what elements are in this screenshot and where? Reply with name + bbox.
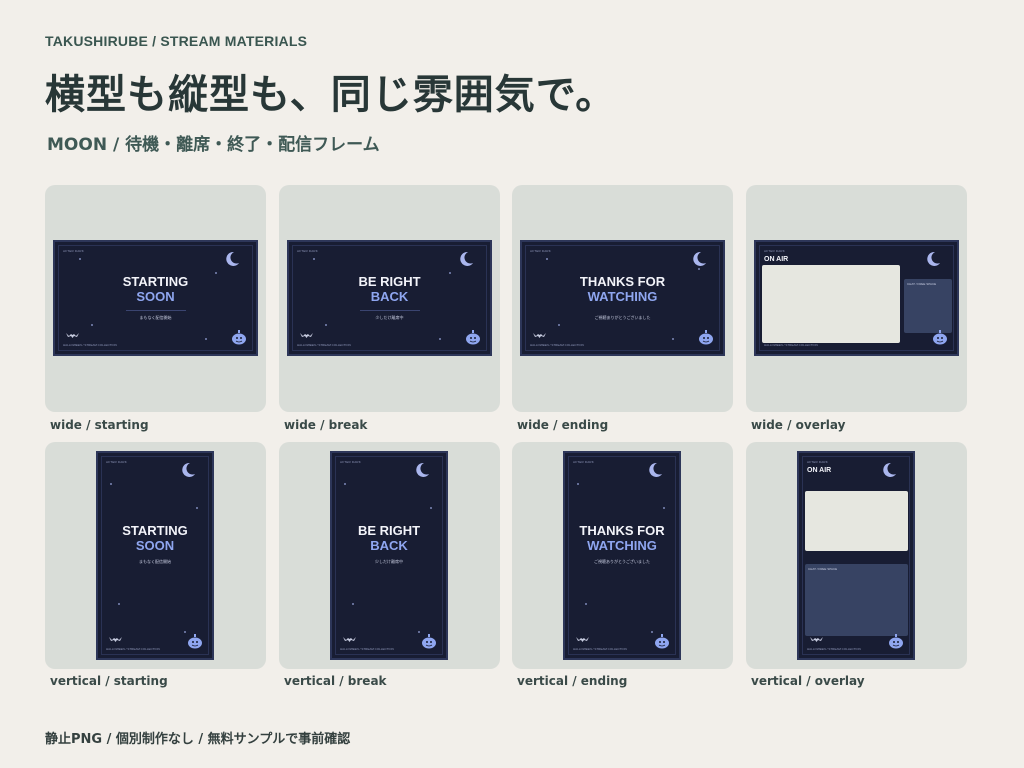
card-vertical-break[interactable]: AFTER DARK BE RIGHT BACK 少しだけ離席中 HALLOWEE… [279,442,500,669]
moon-icon [883,462,896,477]
thumb-subtitle: 少しだけ離席中 [375,315,404,320]
thumb-title: STARTING SOON [122,274,189,304]
thumb-footer: HALLOWEEN / STREAM COLLECTION [63,343,117,347]
on-air-label: ON AIR [764,256,789,263]
pumpkin-icon [655,634,669,649]
moon-icon [460,251,473,266]
pumpkin-icon [699,330,713,345]
thumb-subtitle: 少しだけ離席中 [375,559,403,564]
moon-icon [416,462,429,477]
thumbnail: AFTER DARK BE RIGHT BACK 少しだけ離席中 HALLOWEE… [287,240,492,356]
thumbnail: AFTER DARK THANKS FOR WATCHING ご視聴ありがとうござ… [563,451,681,660]
game-screen-area [762,265,900,343]
card-caption: wide / starting [50,418,149,432]
card-wide-starting[interactable]: AFTER DARK STARTING SOON まもなく配信開始 HALLOWE… [45,185,266,412]
thumb-brand: AFTER DARK [297,249,319,253]
card-caption: vertical / starting [50,674,168,688]
thumb-footer: HALLOWEEN / STREAM COLLECTION [764,343,818,347]
bat-icon [66,333,79,338]
thumb-footer: HALLOWEEN / STREAM COLLECTION [530,343,584,347]
thumbnail: AFTER DARK STARTING SOON まもなく配信開始 HALLOWE… [96,451,214,660]
page-headline: 横型も縦型も、同じ雰囲気で。 [45,72,617,118]
thumb-brand: AFTER DARK [63,249,85,253]
moon-icon [182,462,195,477]
card-wide-ending[interactable]: AFTER DARK THANKS FOR WATCHING ご視聴ありがとうござ… [512,185,733,412]
thumb-subtitle: まもなく配信開始 [139,559,171,564]
thumb-footer: HALLOWEEN / STREAM COLLECTION [807,647,861,651]
thumbnail: AFTER DARK ON AIR CHAT / FREE SPACE HALL… [754,240,959,356]
thumb-brand: AFTER DARK [764,249,786,253]
thumbnail: AFTER DARK BE RIGHT BACK 少しだけ離席中 HALLOWEE… [330,451,448,660]
thumb-brand: AFTER DARK [530,249,552,253]
game-screen-area [805,491,908,551]
thumbnail: AFTER DARK ON AIR CHAT / FREE SPACE HALL… [797,451,915,660]
bat-icon [109,637,122,642]
card-caption: wide / overlay [751,418,846,432]
pumpkin-icon [188,634,202,649]
thumbnail: AFTER DARK THANKS FOR WATCHING ご視聴ありがとうござ… [520,240,725,356]
pumpkin-icon [466,330,480,345]
bat-icon [300,333,313,338]
card-caption: wide / ending [517,418,609,432]
card-caption: vertical / break [284,674,387,688]
pumpkin-icon [933,330,947,345]
bat-icon [810,637,823,642]
thumb-footer: HALLOWEEN / STREAM COLLECTION [340,647,394,651]
thumb-subtitle: まもなく配信開始 [139,315,172,320]
thumb-subtitle: ご視聴ありがとうございました [594,559,650,564]
thumb-footer: HALLOWEEN / STREAM COLLECTION [573,647,627,651]
pumpkin-icon [889,634,903,649]
pumpkin-icon [422,634,436,649]
thumb-footer: HALLOWEEN / STREAM COLLECTION [297,343,351,347]
thumb-footer: HALLOWEEN / STREAM COLLECTION [106,647,160,651]
moon-icon [649,462,662,477]
thumb-title: BE RIGHT BACK [357,523,421,553]
thumb-brand: AFTER DARK [807,460,829,464]
bat-icon [576,637,589,642]
card-caption: vertical / overlay [751,674,865,688]
chat-area: CHAT / FREE SPACE [805,564,908,636]
card-vertical-ending[interactable]: AFTER DARK THANKS FOR WATCHING ご視聴ありがとうござ… [512,442,733,669]
moon-icon [226,251,239,266]
thumb-brand: AFTER DARK [106,460,128,464]
moon-icon [693,251,706,266]
card-caption: wide / break [284,418,368,432]
bat-icon [533,333,546,338]
thumb-title: THANKS FOR WATCHING [579,523,665,553]
brand-label: TAKUSHIRUBE / STREAM MATERIALS [45,33,308,49]
template-grid: AFTER DARK STARTING SOON まもなく配信開始 HALLOWE… [45,185,967,688]
on-air-label: ON AIR [807,467,832,474]
bat-icon [343,637,356,642]
footer-note: 静止PNG / 個別制作なし / 無料サンプルで事前確認 [45,732,351,747]
thumb-title: THANKS FOR WATCHING [579,274,666,304]
thumb-title: STARTING SOON [122,523,188,553]
chat-area: CHAT / FREE SPACE [904,279,952,333]
page-subhead: MOON / 待機・離席・終了・配信フレーム [47,135,380,155]
card-caption: vertical / ending [517,674,628,688]
card-wide-break[interactable]: AFTER DARK BE RIGHT BACK 少しだけ離席中 HALLOWEE… [279,185,500,412]
thumb-title: BE RIGHT BACK [358,274,421,304]
thumb-subtitle: ご視聴ありがとうございました [594,315,651,320]
card-vertical-starting[interactable]: AFTER DARK STARTING SOON まもなく配信開始 HALLOWE… [45,442,266,669]
thumb-brand: AFTER DARK [340,460,362,464]
pumpkin-icon [232,330,246,345]
moon-icon [927,251,940,266]
thumbnail: AFTER DARK STARTING SOON まもなく配信開始 HALLOWE… [53,240,258,356]
card-wide-overlay[interactable]: AFTER DARK ON AIR CHAT / FREE SPACE HALL… [746,185,967,412]
card-vertical-overlay[interactable]: AFTER DARK ON AIR CHAT / FREE SPACE HALL… [746,442,967,669]
thumb-brand: AFTER DARK [573,460,595,464]
